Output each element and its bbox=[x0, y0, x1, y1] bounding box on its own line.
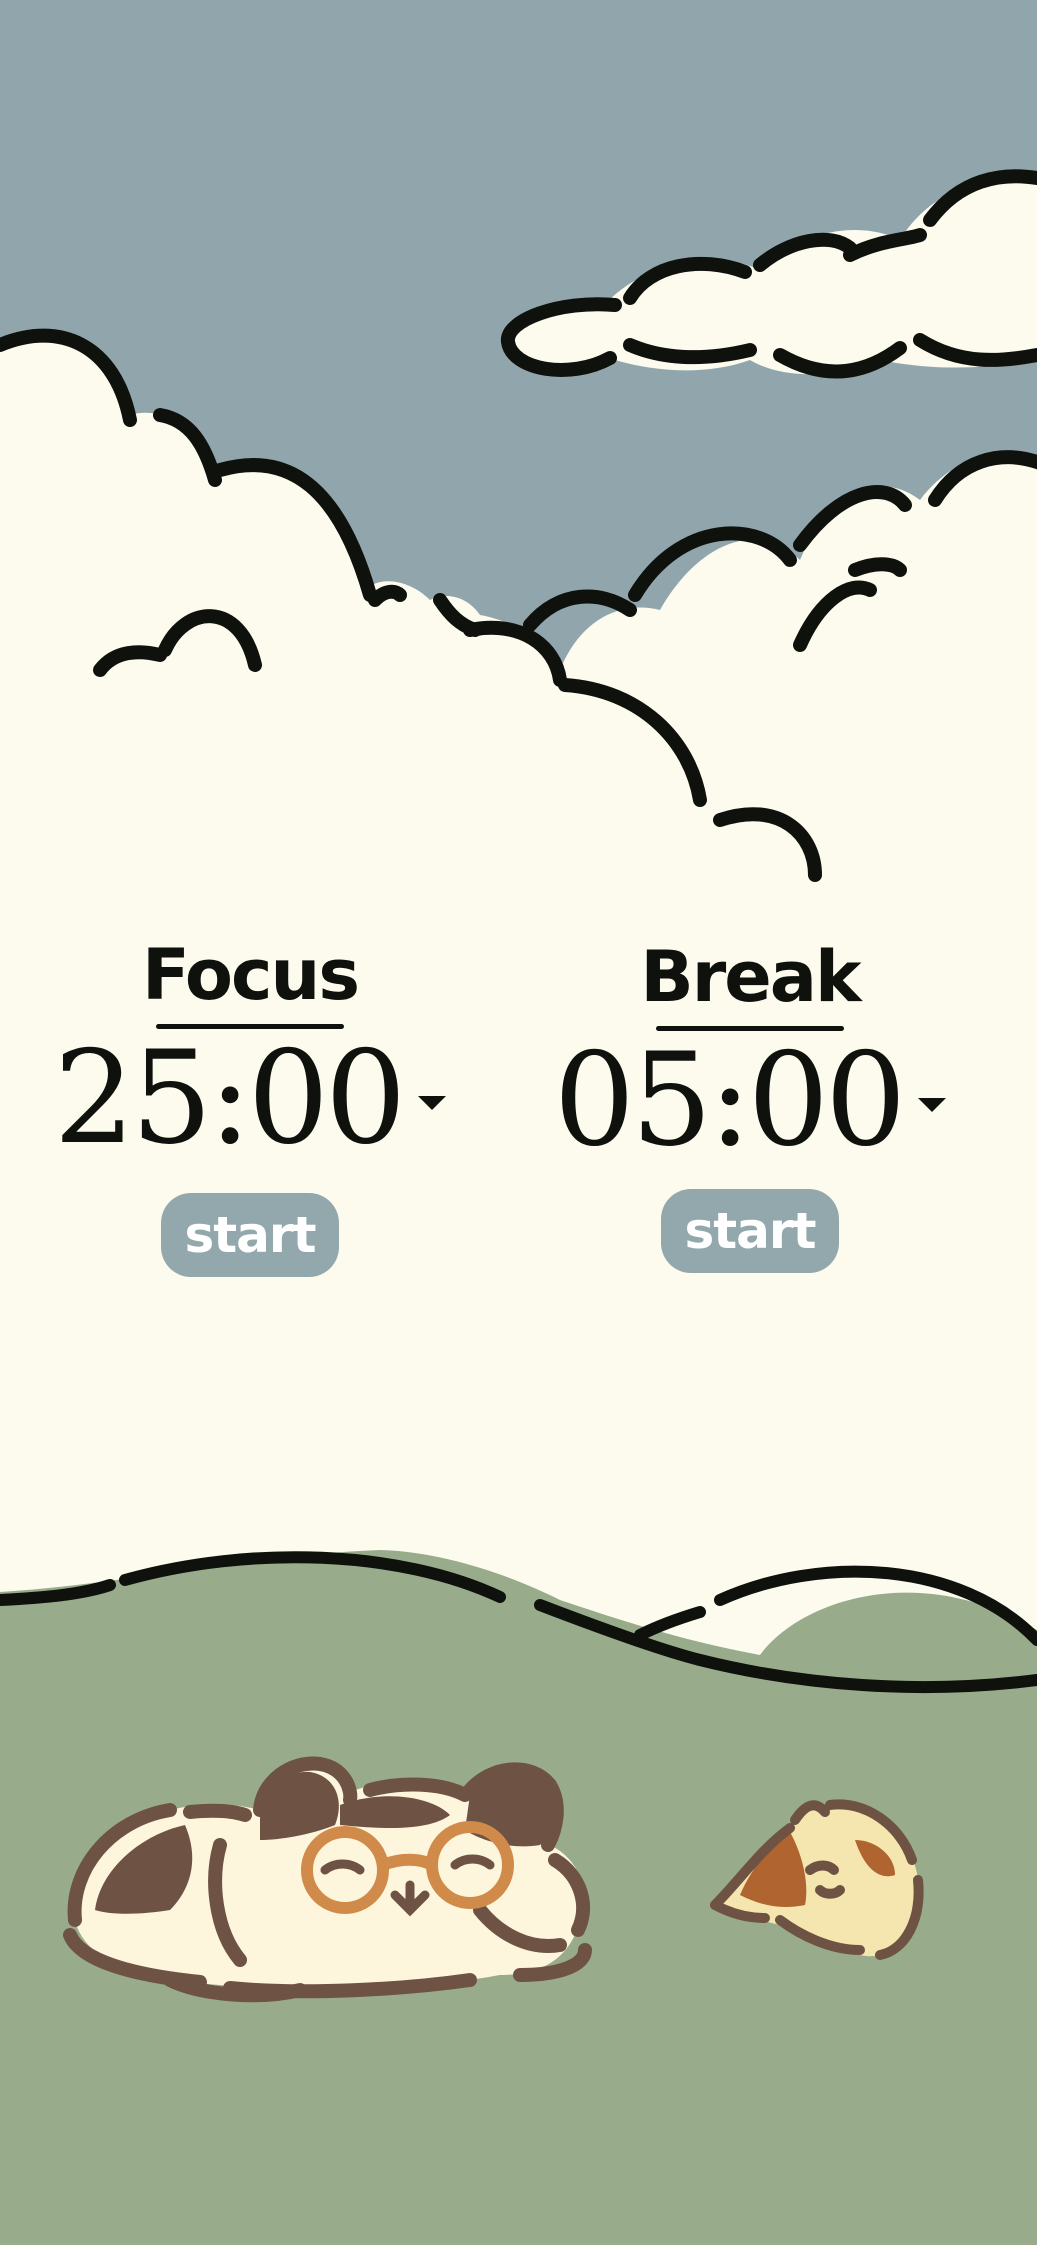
focus-duration-dropdown-icon[interactable] bbox=[418, 1096, 447, 1110]
break-duration-dropdown-icon[interactable] bbox=[918, 1098, 947, 1112]
cloud-outline bbox=[368, 584, 407, 607]
focus-start-button[interactable]: start bbox=[161, 1193, 339, 1277]
focus-time-value[interactable]: 25:00 bbox=[54, 1035, 407, 1163]
focus-title: Focus bbox=[141, 934, 360, 1016]
cloud-outline bbox=[848, 557, 907, 577]
hill-outline bbox=[634, 1606, 706, 1641]
break-time-value[interactable]: 05:00 bbox=[554, 1037, 907, 1165]
focus-time-row: 25:00 bbox=[40, 1035, 460, 1163]
break-timer: Break 05:00 start bbox=[540, 942, 960, 1273]
break-time-row: 05:00 bbox=[540, 1037, 960, 1165]
focus-timer: Focus 25:00 start bbox=[40, 940, 460, 1277]
break-title: Break bbox=[640, 936, 861, 1018]
break-start-button[interactable]: start bbox=[661, 1189, 839, 1273]
